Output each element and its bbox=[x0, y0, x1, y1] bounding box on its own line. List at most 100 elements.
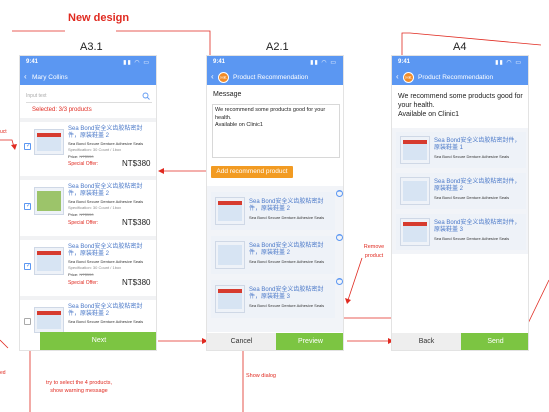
product-card: Sea Bond安全义齿胶粘密封件，原装鞋盖 2 Sea Bond Secure… bbox=[211, 236, 335, 274]
phone-a31: 9:41 ▮▮ ◠ ▭ ‹ Mary Collins Input text Se… bbox=[19, 55, 157, 351]
preview-button[interactable]: Preview bbox=[276, 333, 343, 350]
message-label: Message bbox=[213, 91, 242, 98]
product-thumbnail bbox=[215, 241, 245, 269]
remove-product-icon[interactable]: − bbox=[336, 189, 343, 197]
product-thumbnail bbox=[400, 218, 430, 246]
message-line-2: your health. bbox=[398, 102, 435, 109]
check-icon: ✓ bbox=[26, 263, 32, 269]
remove-product-arrow bbox=[347, 257, 363, 301]
frame-title-a31: A3.1 bbox=[80, 41, 103, 53]
show-dialog-note: Show dialog bbox=[246, 373, 276, 379]
product-subtitle: Sea Bond Secure Denture Adhesive Seals bbox=[68, 141, 144, 146]
product-subtitle: Sea Bond Secure Denture Adhesive Seals bbox=[68, 199, 144, 204]
warning-note-line1: try to select the 4 products, bbox=[45, 380, 113, 386]
product-thumbnail bbox=[215, 285, 245, 313]
product-checkbox[interactable]: ✓ bbox=[24, 203, 31, 210]
product-thumbnail bbox=[215, 197, 245, 225]
back-chevron-icon[interactable]: ‹ bbox=[24, 72, 27, 81]
phone-a21: 9:41 ▮▮ ◠ ▭ ‹ HK Product Recommendation … bbox=[206, 55, 344, 351]
new-design-label: New design bbox=[68, 12, 130, 24]
message-line-1: We recommend some products good for bbox=[398, 93, 523, 100]
preview-product-list: Sea Bond安全义齿胶粘密封件，原装鞋盖 1 Sea Bond Secure… bbox=[392, 128, 528, 254]
status-time: 9:41 bbox=[213, 59, 226, 65]
product-subtitle: Sea Bond Secure Denture Adhesive Seals bbox=[434, 236, 510, 241]
next-button[interactable]: Next bbox=[40, 332, 156, 350]
product-name: Sea Bond安全义齿胶粘密封件，原装鞋盖 2 bbox=[68, 126, 143, 139]
product-card[interactable]: ✓ Sea Bond安全义齿胶粘密封件，原装鞋盖 2 Sea Bond Secu… bbox=[20, 236, 156, 294]
search-icon[interactable] bbox=[142, 92, 150, 100]
arrowhead-left-top bbox=[11, 144, 17, 150]
product-checkbox[interactable] bbox=[24, 318, 31, 325]
nav-title: Product Recommendation bbox=[233, 73, 309, 81]
remove-product-icon[interactable]: − bbox=[336, 277, 343, 285]
status-bar: 9:41 ▮▮ ◠ ▭ bbox=[392, 56, 528, 70]
product-thumbnail bbox=[34, 129, 64, 155]
product-card[interactable]: ✓ Sea Bond安全义齿胶粘密封件，原装鞋盖 2 Sea Bond Secu… bbox=[20, 118, 156, 174]
product-name: Sea Bond安全义齿胶粘密封件，原装鞋盖 1 bbox=[434, 138, 521, 151]
left-edge-arrow-bottom bbox=[0, 339, 9, 349]
message-preview: We recommend some products good for your… bbox=[398, 92, 526, 119]
signal-battery-icon: ▮▮ ◠ ▭ bbox=[123, 60, 150, 66]
remove-product-note: Remove product bbox=[361, 243, 387, 261]
status-time: 9:41 bbox=[26, 59, 39, 65]
product-card: Sea Bond安全义齿胶粘密封件，原装鞋盖 1 Sea Bond Secure… bbox=[396, 132, 526, 168]
product-name: Sea Bond安全义齿胶粘密封件，原装鞋盖 3 bbox=[249, 287, 324, 300]
send-button[interactable]: Send bbox=[461, 333, 528, 350]
remove-product-note-line1: Remove bbox=[363, 244, 385, 250]
product-spec: Specification: 30 Count / 1box bbox=[68, 205, 122, 210]
product-name: Sea Bond安全义齿胶粘密封件，原装鞋盖 2 bbox=[68, 304, 143, 317]
add-recommend-product-button[interactable]: Add recommend product bbox=[211, 166, 293, 178]
old-price: NT$550 bbox=[79, 272, 94, 277]
product-name: Sea Bond安全义齿胶粘密封件，原装鞋盖 3 bbox=[434, 220, 521, 233]
remove-product-icon[interactable]: − bbox=[336, 233, 343, 241]
product-subtitle: Sea Bond Secure Denture Adhesive Seals bbox=[434, 195, 510, 200]
product-name: Sea Bond安全义齿胶粘密封件，原装鞋盖 2 bbox=[249, 243, 324, 256]
nav-title: Product Recommendation bbox=[418, 73, 494, 81]
product-card: Sea Bond安全义齿胶粘密封件，原装鞋盖 2 Sea Bond Secure… bbox=[396, 173, 526, 209]
product-card[interactable]: Sea Bond安全义齿胶粘密封件，原装鞋盖 2 Sea Bond Secure… bbox=[20, 296, 156, 336]
nav-title: Mary Collins bbox=[32, 73, 68, 81]
signal-battery-icon: ▮▮ ◠ ▭ bbox=[310, 60, 337, 66]
back-chevron-icon[interactable]: ‹ bbox=[211, 72, 214, 81]
message-line-2: health. bbox=[215, 114, 232, 121]
product-thumbnail bbox=[34, 187, 64, 215]
product-card: Sea Bond安全义齿胶粘密封件，原装鞋盖 3 Sea Bond Secure… bbox=[211, 280, 335, 318]
remove-product-note-line2: product bbox=[364, 253, 384, 259]
offer-price: NT$380 bbox=[122, 278, 151, 287]
nav-bar: ‹ HK Product Recommendation bbox=[392, 70, 528, 85]
recommend-product-list: Sea Bond安全义齿胶粘密封件，原装鞋盖 2 Sea Bond Secure… bbox=[207, 186, 343, 332]
signal-battery-icon: ▮▮ ◠ ▭ bbox=[495, 60, 522, 66]
product-thumbnail bbox=[34, 307, 64, 333]
selected-count: Selected: 3/3 products bbox=[32, 107, 92, 113]
check-icon: ✓ bbox=[26, 143, 32, 149]
product-subtitle: Sea Bond Secure Denture Adhesive Seals bbox=[68, 259, 144, 264]
product-price: Price: NT$550 bbox=[68, 154, 94, 159]
message-line-1: We recommend some products good for your bbox=[215, 107, 326, 113]
product-name: Sea Bond安全义齿胶粘密封件，原装鞋盖 2 bbox=[68, 184, 143, 197]
search-placeholder: Input text bbox=[26, 93, 47, 99]
back-button[interactable]: Back bbox=[392, 333, 461, 350]
product-checkbox[interactable]: ✓ bbox=[24, 143, 31, 150]
offer-price: NT$380 bbox=[122, 159, 151, 168]
message-textarea[interactable]: We recommend some products good for your… bbox=[212, 104, 340, 158]
status-bar: 9:41 ▮▮ ◠ ▭ bbox=[207, 56, 343, 70]
special-offer-label: Special Offer: bbox=[68, 280, 99, 286]
back-chevron-icon[interactable]: ‹ bbox=[396, 72, 399, 81]
product-thumbnail bbox=[34, 247, 64, 275]
product-card[interactable]: ✓ Sea Bond安全义齿胶粘密封件，原装鞋盖 2 Sea Bond Secu… bbox=[20, 176, 156, 234]
message-line-3: Available on Clinic1 bbox=[398, 111, 459, 118]
frame-title-a4: A4 bbox=[453, 41, 467, 53]
product-price: Price: NT$550 bbox=[68, 212, 94, 217]
check-icon: ✓ bbox=[26, 203, 32, 209]
search-input[interactable]: Input text bbox=[26, 91, 152, 103]
phone-a4: 9:41 ▮▮ ◠ ▭ ‹ HK Product Recommendation … bbox=[391, 55, 529, 351]
cancel-button[interactable]: Cancel bbox=[207, 333, 276, 350]
left-edge-annotation-bottom: ed bbox=[0, 370, 6, 376]
product-thumbnail bbox=[400, 136, 430, 164]
product-spec: Specification: 30 Count / 1box bbox=[68, 147, 122, 152]
special-offer-label: Special Offer: bbox=[68, 161, 99, 167]
product-card: Sea Bond安全义齿胶粘密封件，原装鞋盖 3 Sea Bond Secure… bbox=[396, 214, 526, 250]
product-checkbox[interactable]: ✓ bbox=[24, 263, 31, 270]
status-bar: 9:41 ▮▮ ◠ ▭ bbox=[20, 56, 156, 70]
product-subtitle: Sea Bond Secure Denture Adhesive Seals bbox=[249, 215, 325, 220]
